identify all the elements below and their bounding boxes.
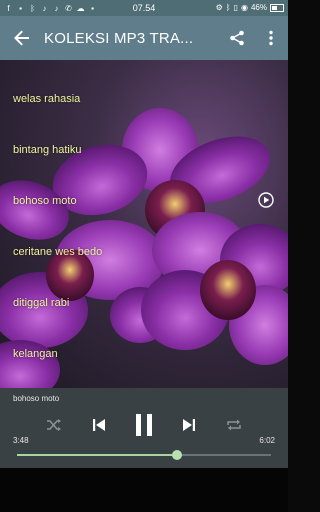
settings-icon: ⚙ — [215, 3, 223, 12]
battery-icon — [270, 3, 284, 12]
more-options-button[interactable] — [254, 16, 288, 60]
music-icon: ♪ — [54, 3, 59, 13]
song-title: ceritane wes bedo — [13, 245, 103, 258]
song-item[interactable]: welas rahasia — [0, 73, 288, 124]
seek-bar-thumb[interactable] — [172, 450, 183, 460]
share-icon — [230, 30, 244, 46]
song-list[interactable]: welas rahasia bintang hatiku bohoso moto… — [0, 60, 288, 388]
seek-bar[interactable] — [17, 450, 271, 460]
page-title: KOLEKSI MP3 TRA... — [44, 29, 194, 47]
skip-previous-icon — [93, 419, 105, 431]
player-controls — [0, 410, 288, 440]
song-item[interactable]: bintang hatiku — [0, 124, 288, 175]
pause-button[interactable] — [131, 410, 157, 440]
image-icon: ▪ — [19, 3, 22, 13]
vibrate-icon: ▯ — [233, 3, 238, 12]
song-title: kelangan — [13, 347, 58, 360]
skip-next-icon — [183, 419, 195, 431]
previous-button[interactable] — [89, 410, 109, 440]
eye-icon: ◉ — [241, 3, 248, 12]
now-playing-icon — [258, 192, 274, 208]
now-playing-title: bohoso moto — [13, 394, 60, 403]
shuffle-icon — [47, 419, 61, 431]
cloud-icon: ☁ — [76, 3, 85, 13]
seek-bar-progress — [17, 454, 178, 456]
repeat-icon — [227, 419, 241, 431]
app-bar: KOLEKSI MP3 TRA... — [0, 16, 288, 60]
image-icon: ▪ — [91, 3, 94, 13]
song-item[interactable]: ditiggal rabi — [0, 277, 288, 328]
share-button[interactable] — [220, 16, 254, 60]
player-bar: bohoso moto 3:48 6:02 — [0, 388, 288, 468]
battery-percent: 46% — [250, 3, 267, 12]
empty-area — [0, 468, 288, 512]
song-title: welas rahasia — [13, 92, 81, 105]
music-icon: ♪ — [42, 3, 47, 13]
pause-icon — [136, 414, 152, 436]
bluetooth-icon: ᛒ — [225, 3, 231, 12]
total-time: 6:02 — [259, 436, 275, 445]
song-item[interactable]: ceritane wes bedo — [0, 226, 288, 277]
shuffle-button[interactable] — [44, 410, 64, 440]
song-title: bohoso moto — [13, 194, 77, 207]
notification-icons: f ▪ ᛒ ♪ ♪ ✆ ☁ ▪ — [4, 4, 114, 13]
arrow-back-icon — [14, 30, 29, 46]
song-title: ditiggal rabi — [13, 296, 70, 309]
song-title: bintang hatiku — [13, 143, 82, 156]
system-icons: ⚙ ᛒ ▯ ◉ 46% — [216, 3, 284, 12]
song-item[interactable]: kelangan — [0, 328, 288, 379]
phone-icon: ✆ — [65, 3, 72, 13]
song-item-active[interactable]: bohoso moto — [0, 175, 288, 226]
more-vert-icon — [269, 30, 273, 46]
facebook-icon: f — [7, 3, 10, 13]
status-bar: f ▪ ᛒ ♪ ♪ ✆ ☁ ▪ 07.54 ⚙ ᛒ ▯ ◉ 46% — [0, 0, 288, 16]
next-button[interactable] — [179, 410, 199, 440]
back-button[interactable] — [0, 16, 44, 60]
elapsed-time: 3:48 — [13, 436, 29, 445]
repeat-button[interactable] — [224, 410, 244, 440]
bluetooth-icon: ᛒ — [30, 3, 35, 13]
